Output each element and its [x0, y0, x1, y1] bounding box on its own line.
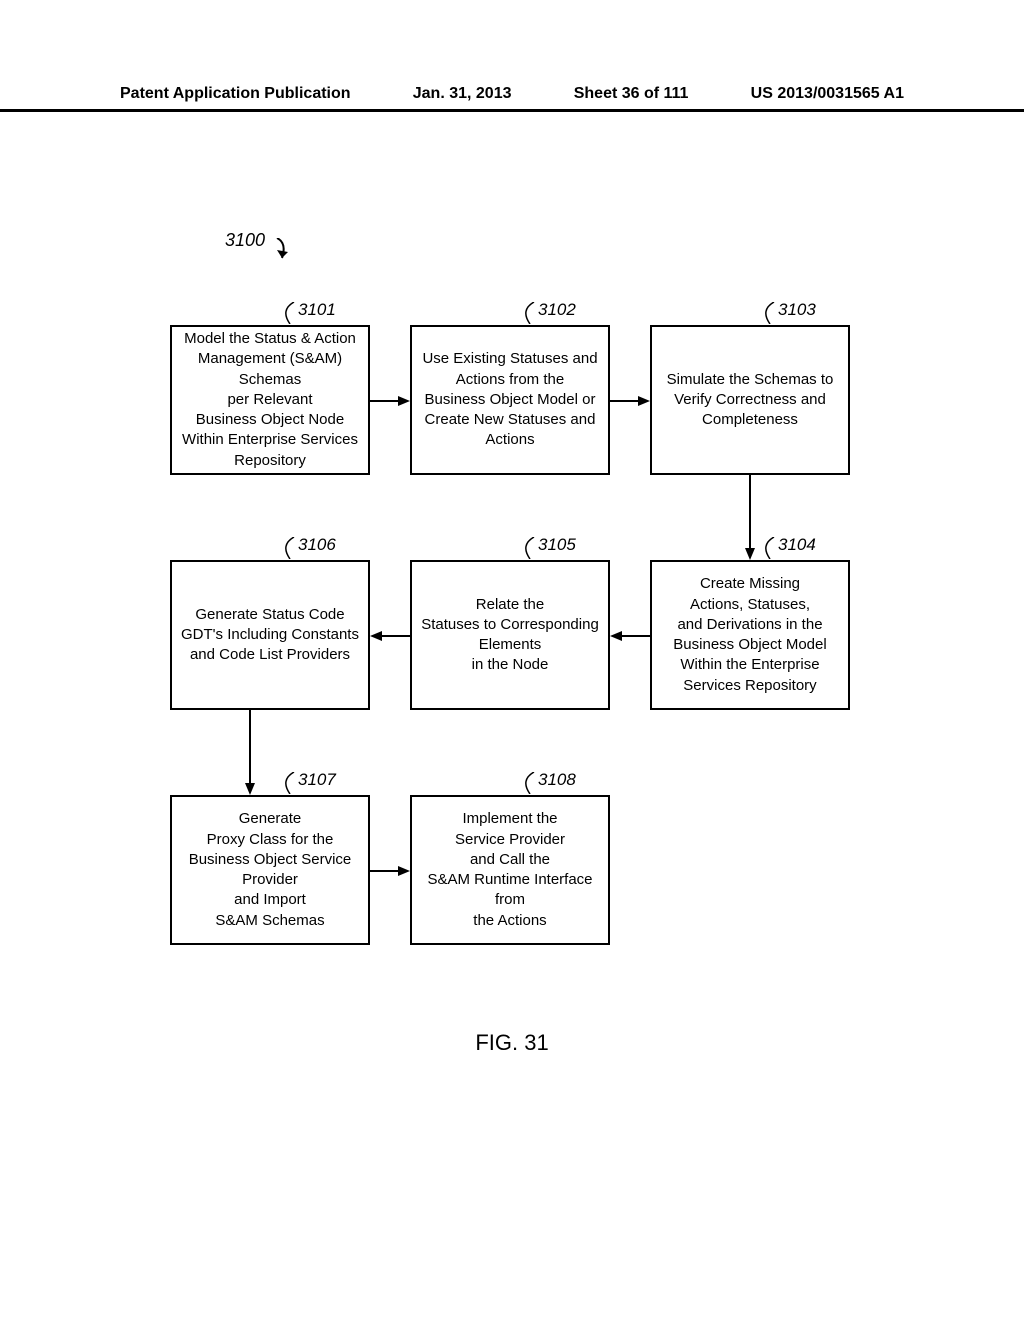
- flow-box-3107: Generate Proxy Class for the Business Ob…: [170, 795, 370, 945]
- arrow-right-icon: [370, 865, 410, 877]
- figure-caption: FIG. 31: [475, 1030, 548, 1056]
- publication-date: Jan. 31, 2013: [413, 85, 512, 103]
- ref-3101: 3101: [298, 300, 336, 320]
- ref-3105: 3105: [538, 535, 576, 555]
- ref-3104: 3104: [778, 535, 816, 555]
- flow-box-3104: Create Missing Actions, Statuses, and De…: [650, 560, 850, 710]
- box-text: Create Missing Actions, Statuses, and De…: [660, 574, 840, 696]
- box-text: Relate the Statuses to Corresponding Ele…: [420, 595, 600, 676]
- box-text: Model the Status & Action Management (S&…: [180, 329, 360, 471]
- figure-ref-arrow-icon: [272, 238, 302, 268]
- ref-bracket-icon: [280, 302, 300, 324]
- ref-bracket-icon: [520, 302, 540, 324]
- ref-3108: 3108: [538, 770, 576, 790]
- ref-bracket-icon: [760, 537, 780, 559]
- ref-bracket-icon: [280, 537, 300, 559]
- ref-3106: 3106: [298, 535, 336, 555]
- box-text: Implement the Service Provider and Call …: [420, 809, 600, 931]
- arrow-right-icon: [610, 395, 650, 407]
- flow-box-3108: Implement the Service Provider and Call …: [410, 795, 610, 945]
- ref-bracket-icon: [760, 302, 780, 324]
- ref-3107: 3107: [298, 770, 336, 790]
- box-text: Generate Proxy Class for the Business Ob…: [180, 809, 360, 931]
- ref-3102: 3102: [538, 300, 576, 320]
- flow-box-3105: Relate the Statuses to Corresponding Ele…: [410, 560, 610, 710]
- flow-box-3106: Generate Status Code GDT's Including Con…: [170, 560, 370, 710]
- box-text: Simulate the Schemas to Verify Correctne…: [660, 370, 840, 431]
- ref-bracket-icon: [280, 772, 300, 794]
- ref-bracket-icon: [520, 772, 540, 794]
- ref-bracket-icon: [520, 537, 540, 559]
- flow-box-3101: Model the Status & Action Management (S&…: [170, 325, 370, 475]
- box-text: Use Existing Statuses and Actions from t…: [420, 349, 600, 450]
- figure-main-ref: 3100: [225, 230, 265, 251]
- arrow-down-icon: [744, 475, 756, 560]
- figure-area: 3100 Model the Status & Action Managemen…: [0, 180, 1024, 1320]
- arrow-down-icon: [244, 710, 256, 795]
- arrow-right-icon: [370, 395, 410, 407]
- arrow-left-icon: [610, 630, 650, 642]
- ref-3103: 3103: [778, 300, 816, 320]
- flow-box-3103: Simulate the Schemas to Verify Correctne…: [650, 325, 850, 475]
- publication-type: Patent Application Publication: [120, 85, 351, 103]
- box-text: Generate Status Code GDT's Including Con…: [180, 605, 360, 666]
- flow-box-3102: Use Existing Statuses and Actions from t…: [410, 325, 610, 475]
- arrow-left-icon: [370, 630, 410, 642]
- sheet-number: Sheet 36 of 111: [574, 85, 689, 103]
- publication-number: US 2013/0031565 A1: [751, 85, 904, 103]
- page-header: Patent Application Publication Jan. 31, …: [0, 85, 1024, 112]
